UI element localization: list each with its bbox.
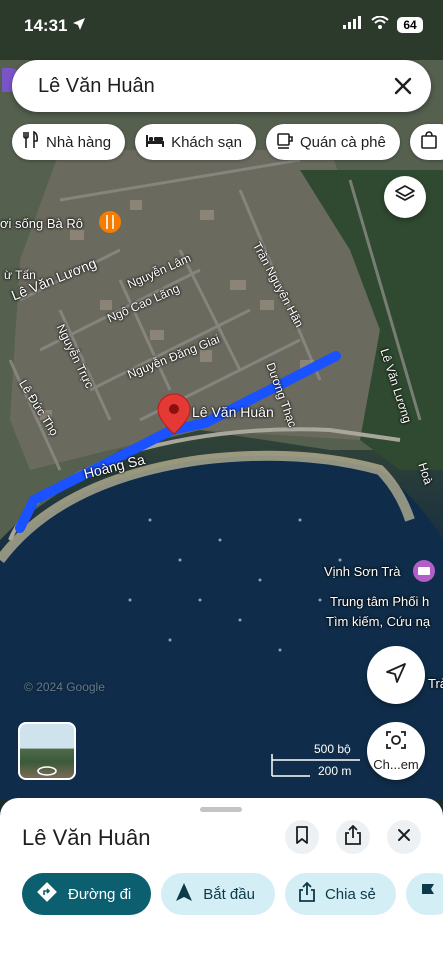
bookmark-icon (295, 825, 309, 849)
restaurant-marker-icon (99, 211, 121, 233)
lens-label: Ch...em (373, 757, 419, 772)
chip-hotels[interactable]: Khách sạn (135, 124, 256, 160)
layers-button[interactable] (384, 176, 426, 218)
pin-label[interactable]: Lê Văn Huân (192, 404, 274, 420)
chip-restaurants[interactable]: Nhà hàng (12, 124, 126, 160)
close-icon (396, 827, 412, 848)
action-buttons: Đường đi Bắt đầu Chia sẻ (22, 873, 443, 915)
directions-icon (36, 881, 58, 907)
my-location-button[interactable] (367, 646, 425, 704)
restaurant-label[interactable]: ơi sống Bà Rô (0, 216, 83, 231)
bay-marker-icon (413, 560, 435, 582)
save-flag-button[interactable] (405, 873, 443, 915)
chip-shopping[interactable] (409, 124, 443, 160)
close-icon[interactable] (389, 72, 417, 100)
chip-coffee[interactable]: Quán cà phê (265, 124, 400, 160)
shopping-bag-icon (420, 131, 438, 153)
signal-icon (343, 16, 363, 34)
directions-button[interactable]: Đường đi (22, 873, 152, 915)
start-button[interactable]: Bắt đầu (161, 873, 275, 915)
place-title: Lê Văn Huân (22, 825, 151, 850)
scale-feet: 500 bộ (314, 742, 351, 756)
bed-icon (145, 132, 165, 152)
save-button[interactable] (285, 820, 319, 854)
scale-meters: 200 m (318, 764, 352, 778)
category-chips: Nhà hàng Khách sạn Quán cà phê (12, 124, 443, 160)
center-label-line1[interactable]: Trung tâm Phối h (330, 594, 429, 609)
share-icon (299, 881, 315, 906)
chip-label: Khách sạn (171, 133, 242, 151)
share-header-button[interactable] (336, 820, 370, 854)
status-bar: 14:31 64 (0, 0, 443, 52)
wifi-icon (371, 15, 389, 34)
tra-label[interactable]: Trà (428, 676, 443, 691)
battery-indicator: 64 (397, 17, 423, 33)
sheet-grabber[interactable] (200, 807, 242, 812)
place-sheet[interactable]: Lê Văn Huân Đường đi Bắt đầu Chia sẻ (0, 798, 443, 960)
street-view-thumbnail[interactable] (18, 722, 76, 780)
chip-label: Quán cà phê (299, 133, 386, 151)
status-time: 14:31 (24, 16, 68, 35)
lens-button[interactable]: Ch...em (367, 722, 425, 780)
coffee-icon (276, 131, 294, 153)
share-button[interactable]: Chia sẻ (284, 873, 396, 915)
directions-label: Đường đi (68, 885, 132, 903)
search-bar[interactable]: Lê Văn Huân (12, 60, 431, 112)
camera-lens-icon (385, 730, 407, 755)
share-icon (345, 824, 361, 850)
map-watermark: © 2024 Google (24, 680, 105, 694)
chip-label: Nhà hàng (46, 133, 112, 151)
bay-label[interactable]: Vịnh Sơn Trà (324, 564, 400, 579)
location-services-icon (72, 17, 86, 36)
center-label-line2[interactable]: Tìm kiếm, Cứu nạ (326, 614, 430, 629)
flag-icon (420, 882, 436, 906)
search-query[interactable]: Lê Văn Huân (38, 75, 155, 98)
fork-knife-icon (22, 130, 40, 153)
layers-icon (394, 184, 416, 211)
navigation-arrow-icon (175, 882, 193, 906)
close-sheet-button[interactable] (387, 820, 421, 854)
navigation-arrow-icon (385, 662, 407, 689)
rotate-360-icon (36, 764, 58, 778)
share-label: Chia sẻ (324, 885, 376, 903)
start-label: Bắt đầu (203, 885, 255, 903)
